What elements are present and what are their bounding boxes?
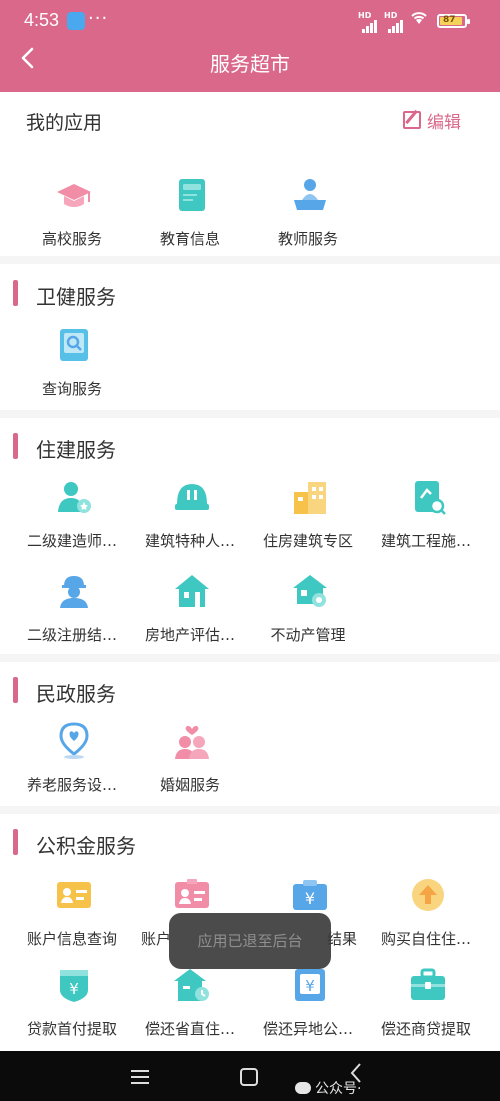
app-item[interactable]: 房地产评估… xyxy=(131,572,249,652)
app-label: 不动产管理 xyxy=(270,626,346,644)
clipped-labels-row xyxy=(16,144,486,150)
background-toast: 应用已退至后台 xyxy=(169,913,331,969)
app-label: 房地产评估… xyxy=(144,626,235,644)
svg-text:¥: ¥ xyxy=(305,889,315,908)
app-item[interactable]: 账户信息查询 xyxy=(13,876,131,956)
app-item[interactable]: 建筑工程施… xyxy=(367,478,485,558)
app-item[interactable]: 住房建筑专区 xyxy=(249,478,367,558)
id-card-icon xyxy=(57,882,91,908)
app-label: 住房建筑专区 xyxy=(262,532,353,550)
graduation-cap-icon xyxy=(57,184,91,207)
wifi-icon xyxy=(410,10,428,30)
battery-icon: 87 xyxy=(437,14,470,28)
house-clock-icon xyxy=(174,969,209,1001)
signal-icon xyxy=(362,14,384,33)
app-label: 建筑工程施… xyxy=(380,532,471,550)
app-label: 二级建造师… xyxy=(26,532,117,550)
app-item[interactable]: 建筑特种人… xyxy=(131,478,249,558)
teacher-icon xyxy=(294,179,326,210)
recent-apps-icon[interactable] xyxy=(131,1070,149,1084)
section-accent-bar xyxy=(13,433,18,459)
signal-icon-2 xyxy=(388,14,410,33)
section-title: 住建服务 xyxy=(36,438,116,462)
house-icon xyxy=(175,575,209,607)
app-label: 婚姻服务 xyxy=(159,776,220,794)
status-bar: 4:53 ··· HD HD 87 xyxy=(0,0,500,42)
app-label: 养老服务设… xyxy=(26,776,117,794)
yen-badge-icon: ¥ xyxy=(60,970,88,1002)
section-accent-bar xyxy=(13,280,18,306)
app-item[interactable]: 二级注册结… xyxy=(13,572,131,652)
app-item[interactable]: 二级建造师… xyxy=(13,478,131,558)
app-item[interactable]: 购买自住住… xyxy=(367,876,485,956)
edit-button[interactable]: 编辑 xyxy=(403,106,461,134)
nav-back-icon[interactable] xyxy=(348,1061,364,1091)
top-bar: 4:53 ··· HD HD 87 服务超市 xyxy=(0,0,500,92)
app-item[interactable]: 查询服务 xyxy=(13,326,131,406)
app-label: 二级注册结… xyxy=(26,626,117,644)
app-item[interactable]: 偿还商贷提取 xyxy=(367,966,485,1046)
civil-affairs-section: 民政服务 养老服务设… 婚姻服务 xyxy=(0,662,500,814)
yen-folder-icon: ¥ xyxy=(293,880,327,910)
battery-level: 87 xyxy=(443,15,456,25)
couple-icon xyxy=(175,725,209,759)
app-item[interactable]: 高校服务 xyxy=(13,176,131,256)
house-gear-icon xyxy=(293,575,327,607)
app-item[interactable]: ¥ 贷款首付提取 xyxy=(13,966,131,1046)
app-label: 账户信息查询 xyxy=(26,930,117,948)
page-title: 服务超市 xyxy=(210,52,290,76)
id-card-pink-icon xyxy=(175,879,209,908)
app-item[interactable]: ¥ 偿还异地公… xyxy=(249,966,367,1046)
query-book-icon xyxy=(60,329,88,361)
section-title: 公积金服务 xyxy=(36,834,136,858)
app-label: 教育信息 xyxy=(159,230,220,248)
worker-icon xyxy=(60,576,88,608)
app-label: 偿还异地公… xyxy=(262,1020,353,1038)
my-apps-title: 我的应用 xyxy=(26,112,103,134)
person-star-icon xyxy=(58,482,91,513)
svg-text:¥: ¥ xyxy=(305,977,315,995)
notification-app-icon xyxy=(67,12,85,30)
system-nav-bar: 公众号· xyxy=(0,1051,500,1101)
edit-label: 编辑 xyxy=(427,112,461,133)
yen-wallet-icon: ¥ xyxy=(295,969,325,1001)
app-label: 购买自住住… xyxy=(380,930,471,948)
section-accent-bar xyxy=(13,677,18,703)
app-label: 偿还商贷提取 xyxy=(380,1020,471,1038)
more-notifications-icon: ··· xyxy=(88,8,109,29)
location-heart-icon xyxy=(59,722,89,759)
hard-hat-icon xyxy=(175,484,209,510)
app-label: 偿还省直住… xyxy=(144,1020,235,1038)
app-item[interactable]: 教师服务 xyxy=(249,176,367,256)
upload-arrow-icon xyxy=(412,879,444,911)
app-item[interactable]: 婚姻服务 xyxy=(131,722,249,802)
status-time: 4:53 xyxy=(24,10,60,30)
section-title: 民政服务 xyxy=(36,682,116,706)
app-label: 教师服务 xyxy=(277,230,338,248)
app-label: 贷款首付提取 xyxy=(26,1020,117,1038)
svg-text:¥: ¥ xyxy=(69,980,79,998)
app-item[interactable]: 教育信息 xyxy=(131,176,249,256)
app-label: 查询服务 xyxy=(41,380,102,398)
app-label: 建筑特种人… xyxy=(144,532,235,550)
app-label: 高校服务 xyxy=(41,230,102,248)
document-search-icon xyxy=(415,481,446,515)
section-accent-bar xyxy=(13,829,18,855)
housing-construction-section: 住建服务 二级建造师… 建筑特种人… 住房建筑专区 建筑工程施… 二级注册结… xyxy=(0,418,500,662)
home-icon[interactable] xyxy=(240,1068,258,1086)
app-item[interactable]: 养老服务设… xyxy=(13,722,131,802)
app-item[interactable]: 偿还省直住… xyxy=(131,966,249,1046)
app-item[interactable]: 不动产管理 xyxy=(249,572,367,652)
edit-icon xyxy=(403,111,421,129)
book-icon xyxy=(179,179,205,211)
my-apps-section: 我的应用 编辑 高校服务 教育信息 教师服务 xyxy=(0,92,500,264)
buildings-icon xyxy=(294,482,326,514)
section-title: 卫健服务 xyxy=(36,285,116,309)
briefcase-icon xyxy=(411,968,445,1000)
wechat-icon xyxy=(295,1082,311,1094)
health-services-section: 卫健服务 查询服务 xyxy=(0,264,500,418)
